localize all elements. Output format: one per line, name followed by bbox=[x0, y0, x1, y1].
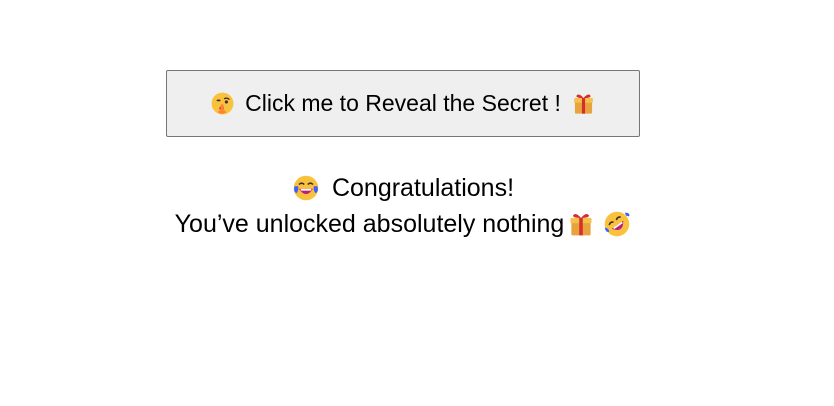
page: Click me to Reveal the Secret ! Congratu… bbox=[0, 0, 834, 406]
congratulations-text: Congratulations! bbox=[331, 174, 515, 202]
rolling-on-floor-laughing-icon bbox=[603, 210, 631, 238]
reveal-secret-button[interactable]: Click me to Reveal the Secret ! bbox=[166, 70, 640, 137]
gift-icon bbox=[567, 210, 595, 238]
message-line-1: Congratulations! bbox=[0, 170, 806, 206]
congratulations-message: Congratulations! You’ve unlocked absolut… bbox=[0, 170, 806, 242]
reveal-secret-button-label: Click me to Reveal the Secret ! bbox=[245, 90, 561, 116]
shushing-face-icon bbox=[210, 91, 235, 116]
unlocked-nothing-text: You’ve unlocked absolutely nothing bbox=[174, 210, 565, 238]
reveal-secret-button-content: Click me to Reveal the Secret ! bbox=[210, 90, 596, 117]
message-line-2: You’ve unlocked absolutely nothing bbox=[0, 206, 806, 242]
laughing-tears-face-icon bbox=[292, 174, 320, 202]
gift-icon bbox=[571, 91, 596, 116]
